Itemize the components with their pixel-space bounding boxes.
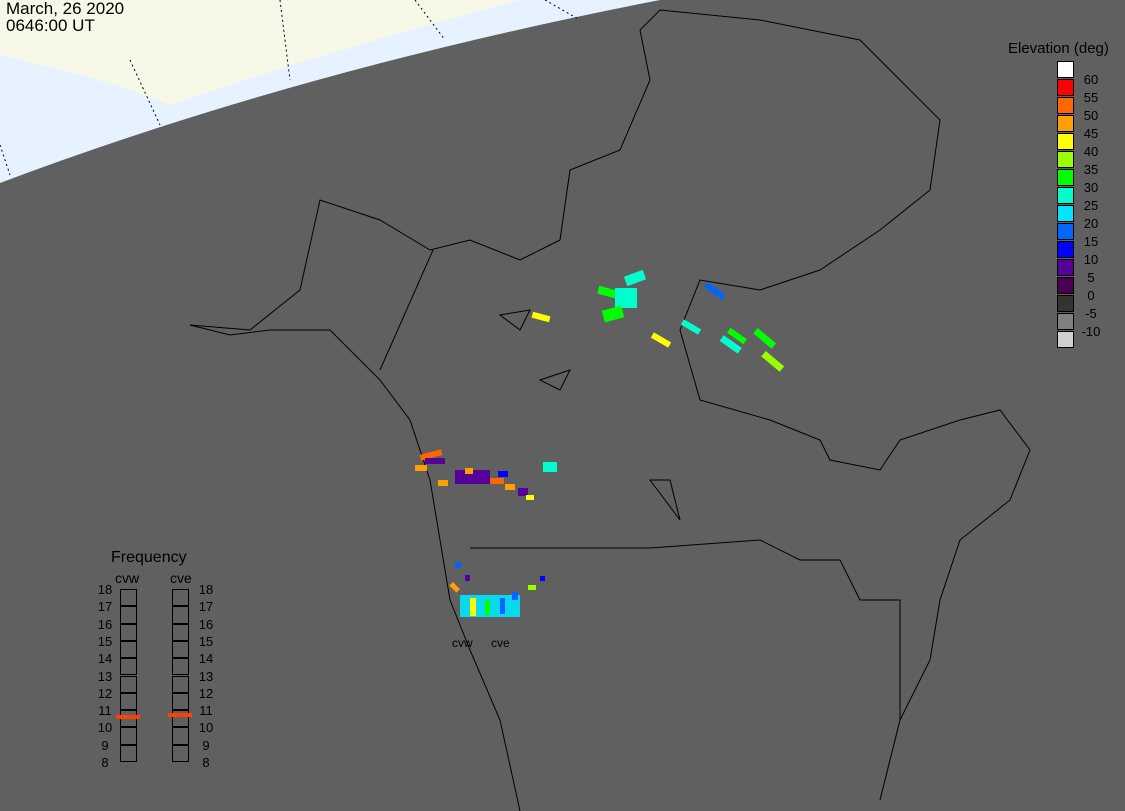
frequency-tick: 17 [97,599,113,615]
colorbar-swatch [1057,61,1074,78]
colorbar-swatch [1057,313,1074,330]
frequency-tick: 9 [202,737,210,753]
frequency-cell [120,640,137,659]
colorbar-label: 25 [1083,198,1099,213]
colorbar-label: -5 [1085,306,1097,321]
map-radar-label-cve: cve [491,636,510,650]
frequency-tick: 10 [198,720,214,736]
frequency-tick: 8 [202,755,210,770]
frequency-cell [120,744,137,762]
frequency-cell [172,675,189,693]
frequency-cell [120,692,137,711]
frequency-tick: 16 [97,616,113,632]
frequency-cell [172,692,189,711]
colorbar-label: 10 [1083,252,1099,267]
frequency-tick: 13 [97,668,113,684]
colorbar-label: 5 [1087,270,1095,285]
frequency-cell [120,658,137,676]
colorbar-swatch [1057,187,1074,204]
colorbar-title: Elevation (deg) [1008,40,1109,57]
colorbar-label: 0 [1087,288,1095,303]
frequency-cell [172,744,189,762]
colorbar-label: 40 [1083,144,1099,159]
colorbar-swatch [1057,277,1074,294]
frequency-tick: 15 [198,633,214,649]
frequency-tick: 18 [198,582,214,597]
colorbar-swatch [1057,79,1074,96]
frequency-cell [120,589,137,607]
radar-name-cve: cve [170,570,192,586]
frequency-tick: 12 [198,685,214,701]
colorbar-swatch [1057,205,1074,222]
frequency-tick: 11 [98,703,112,719]
date-label: March, 26 2020 [6,0,125,18]
frequency-cell [172,606,189,624]
time-label: 0646:00 UT [6,16,95,35]
colorbar-swatch [1057,115,1074,132]
frequency-tick: 9 [101,737,109,753]
frequency-tick: 13 [198,668,214,684]
colorbar-label: 15 [1083,234,1099,249]
frequency-marker-cve [168,713,192,718]
frequency-cell [172,727,189,745]
frequency-tick: 11 [199,703,213,719]
colorbar-label: -10 [1081,324,1101,339]
frequency-tick: 15 [97,633,113,649]
coastlines [189,9,1031,811]
frequency-tick: 12 [97,685,113,701]
frequency-cell [120,606,137,624]
frequency-cell [120,675,137,693]
colorbar-swatch [1057,259,1074,276]
colorbar-swatch [1057,295,1074,312]
colorbar-swatch [1057,223,1074,240]
colorbar-label: 55 [1083,90,1099,105]
frequency-tick: 14 [97,651,113,667]
colorbar-swatch [1057,97,1074,114]
frequency-tick: 17 [198,599,214,615]
map-radar-label-cvw: cvw [452,636,473,650]
colorbar-label: 60 [1083,72,1099,87]
map-canvas [0,0,1031,811]
frequency-tick: 16 [198,616,214,632]
radar-name-cvw: cvw [115,570,140,586]
frequency-cell [120,727,137,745]
frequency-cell [172,640,189,659]
colorbar-swatch [1057,241,1074,258]
frequency-marker-cvw [116,715,140,720]
frequency-tick: 10 [97,720,113,736]
frequency-title: Frequency [111,549,187,566]
colorbar-label: 20 [1083,216,1099,231]
colorbar-swatch [1057,169,1074,186]
frequency-cell [172,589,189,607]
frequency-cell [172,658,189,676]
colorbar-label: 50 [1083,108,1099,123]
frequency-tick: 14 [198,651,214,667]
frequency-cell [120,623,137,641]
radar-data-patches [415,269,785,617]
colorbar-label: 45 [1083,126,1099,141]
colorbar-swatch [1057,331,1074,348]
frequency-tick: 8 [101,755,109,770]
frequency-tick: 18 [97,582,113,597]
colorbar-label: 30 [1083,180,1099,195]
frequency-cell [172,623,189,641]
colorbar-swatch [1057,151,1074,168]
colorbar-swatch [1057,133,1074,150]
colorbar-label: 35 [1083,162,1099,177]
